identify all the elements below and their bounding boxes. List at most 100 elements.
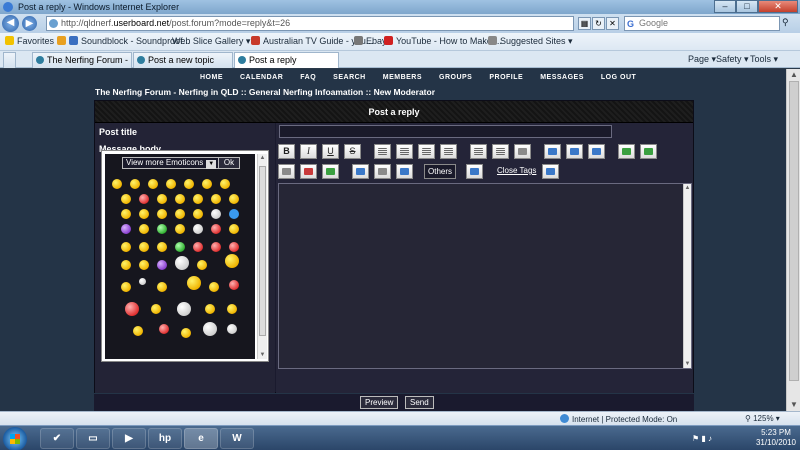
scroll-up-icon[interactable]: ▲: [789, 70, 799, 80]
emoticon-icon[interactable]: [139, 260, 149, 270]
forward-button[interactable]: ▶: [22, 16, 37, 31]
emoticon-icon[interactable]: [148, 179, 158, 189]
refresh-icon[interactable]: ↻: [592, 17, 605, 30]
emoticon-icon[interactable]: [159, 324, 169, 334]
align-left-icon[interactable]: [374, 144, 391, 159]
table-icon[interactable]: [588, 144, 605, 159]
emoticon-icon[interactable]: [139, 209, 149, 219]
scroll-down-icon[interactable]: ▼: [258, 352, 267, 358]
search-input[interactable]: G Google: [624, 16, 780, 31]
message-body-textarea[interactable]: ▲ ▼: [278, 183, 692, 369]
emoticon-icon[interactable]: [121, 209, 131, 219]
emoticon-icon[interactable]: [133, 326, 143, 336]
emoticon-icon[interactable]: [229, 242, 239, 252]
emoticon-icon[interactable]: [175, 256, 189, 270]
emoticon-icon[interactable]: [220, 179, 230, 189]
emoticon-icon[interactable]: [175, 209, 185, 219]
emoticon-icon[interactable]: [157, 282, 167, 292]
emoticon-icon[interactable]: [205, 304, 215, 314]
emoticon-icon[interactable]: [211, 224, 221, 234]
bold-button[interactable]: B: [278, 144, 295, 159]
emoticon-icon[interactable]: [225, 254, 239, 268]
emoticon-icon[interactable]: [177, 302, 191, 316]
media-player-icon[interactable]: ▶: [112, 428, 146, 449]
emoticon-icon[interactable]: [184, 179, 194, 189]
close-window-button[interactable]: ✕: [758, 0, 798, 13]
emoticon-icon[interactable]: [157, 194, 167, 204]
hp-icon[interactable]: hp: [148, 428, 182, 449]
maximize-button[interactable]: □: [736, 0, 758, 13]
emoticon-icon[interactable]: [157, 242, 167, 252]
nav-search[interactable]: SEARCH: [333, 74, 366, 84]
safety-menu[interactable]: Safety ▾: [716, 54, 749, 65]
tools-menu[interactable]: Tools ▾: [750, 54, 778, 65]
quote-icon[interactable]: [544, 144, 561, 159]
textarea-scrollbar[interactable]: ▲ ▼: [683, 184, 691, 368]
text-format-icon[interactable]: [542, 164, 559, 179]
emoticon-icon[interactable]: [121, 224, 131, 234]
fav-item-youtube[interactable]: YouTube - How to Make ...: [384, 36, 502, 46]
zoom-level[interactable]: ⚲ 125% ▾: [745, 414, 780, 423]
flash-icon[interactable]: [300, 164, 317, 179]
align-right-icon[interactable]: [418, 144, 435, 159]
emoticon-icon[interactable]: [125, 302, 139, 316]
emoticon-icon[interactable]: [112, 179, 122, 189]
image-icon[interactable]: [618, 144, 635, 159]
page-scrollbar[interactable]: ▲ ▼: [786, 69, 800, 411]
emoticon-icon[interactable]: [227, 324, 237, 334]
emoticon-icon[interactable]: [139, 224, 149, 234]
scroll-down-icon[interactable]: ▼: [789, 400, 799, 410]
back-button[interactable]: ◀: [2, 15, 19, 32]
send-button[interactable]: Send: [405, 396, 434, 409]
internet-explorer-icon[interactable]: e: [184, 428, 218, 449]
strike-button[interactable]: S: [344, 144, 361, 159]
emoticon-icon[interactable]: [229, 280, 239, 290]
emoticon-icon[interactable]: [157, 224, 167, 234]
emoticon-icon[interactable]: [227, 304, 237, 314]
emoticon-icon[interactable]: [229, 209, 239, 219]
tab-nerfing-forum[interactable]: The Nerfing Forum - Nerfi...: [32, 52, 132, 68]
underline-button[interactable]: U: [322, 144, 339, 159]
fav-item-ebay[interactable]: Ebay: [354, 36, 387, 46]
italic-button[interactable]: I: [300, 144, 317, 159]
scroll-up-icon[interactable]: ▲: [258, 155, 267, 161]
scroll-up-icon[interactable]: ▲: [684, 185, 691, 191]
compatibility-icon[interactable]: ▦: [578, 17, 591, 30]
fav-item-suggested-sites[interactable]: Suggested Sites ▾: [488, 36, 573, 47]
tab-post-new-topic[interactable]: Post a new topic: [133, 52, 233, 68]
font-face-icon[interactable]: [396, 164, 413, 179]
bullet-list-icon[interactable]: [470, 144, 487, 159]
emoticon-icon[interactable]: [121, 282, 131, 292]
scroll-thumb[interactable]: [789, 81, 799, 381]
clock[interactable]: 5:23 PM 31/10/2010: [754, 428, 798, 448]
align-center-icon[interactable]: [396, 144, 413, 159]
preview-button[interactable]: Preview: [360, 396, 399, 409]
volume-icon[interactable]: ♪: [708, 434, 712, 443]
flag-icon[interactable]: ⚑: [692, 434, 699, 443]
stop-icon[interactable]: ✕: [606, 17, 619, 30]
scroll-thumb[interactable]: [259, 166, 266, 336]
favorites-button[interactable]: Favorites: [5, 36, 54, 46]
explorer-icon[interactable]: ▭: [76, 428, 110, 449]
fav-item-soundblock[interactable]: Soundblock - Soundproof...: [57, 36, 190, 46]
page-menu[interactable]: Page ▾: [688, 54, 716, 65]
nav-profile[interactable]: PROFILE: [489, 74, 523, 84]
scroll-down-icon[interactable]: ▼: [684, 361, 691, 367]
network-icon[interactable]: ▮: [701, 434, 705, 443]
emoticon-icon[interactable]: [166, 179, 176, 189]
emoticon-icon[interactable]: [193, 194, 203, 204]
emoticon-icon[interactable]: [193, 242, 203, 252]
nav-calendar[interactable]: CALENDAR: [240, 74, 283, 84]
emoticon-icon[interactable]: [229, 224, 239, 234]
nav-members[interactable]: MEMBERS: [383, 74, 422, 84]
emoticon-icon[interactable]: [209, 282, 219, 292]
minimize-button[interactable]: –: [714, 0, 736, 13]
emoticon-ok-button[interactable]: Ok: [218, 157, 240, 169]
link-icon[interactable]: [278, 164, 295, 179]
view-more-emoticons-select[interactable]: View more Emoticons ▼: [122, 157, 221, 169]
start-button[interactable]: [3, 427, 27, 450]
emoticon-icon[interactable]: [229, 194, 239, 204]
justify-icon[interactable]: [440, 144, 457, 159]
emoticon-icon[interactable]: [157, 209, 167, 219]
emoticon-icon[interactable]: [121, 260, 131, 270]
